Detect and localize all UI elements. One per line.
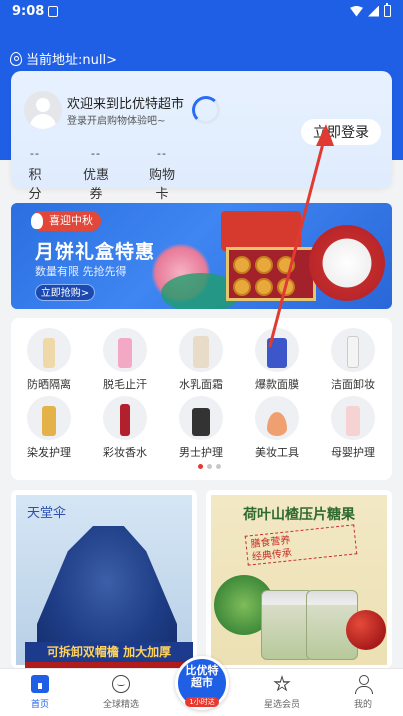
- category-label: 彩妆香水: [103, 446, 147, 459]
- system-icons: [350, 3, 391, 17]
- stat-label: 优惠券: [82, 168, 109, 202]
- tab-member[interactable]: 星选会员: [247, 675, 317, 710]
- face-mask-icon: [255, 328, 299, 372]
- raincoat-brand: 天堂伞: [27, 506, 67, 521]
- category-item[interactable]: 爆款面膜: [242, 328, 312, 392]
- category-item[interactable]: 美妆工具: [242, 396, 312, 460]
- status-time: 9:08: [12, 4, 45, 19]
- stat-label: 购物卡: [148, 168, 175, 202]
- category-label: 母婴护理: [331, 446, 375, 459]
- user-icon: [354, 675, 373, 694]
- avatar-body-icon: [30, 114, 56, 129]
- notification-a-icon: [48, 6, 58, 17]
- tab-label: 首页: [30, 700, 49, 710]
- logo-line2: 超市: [191, 676, 213, 689]
- men-care-icon: [179, 396, 223, 440]
- mooncake-icon: [233, 256, 251, 274]
- center-store-logo-button[interactable]: 比优特 超市 1小时达: [175, 656, 229, 710]
- category-item[interactable]: 染发护理: [14, 396, 84, 460]
- user-card: 欢迎来到比优特超市 登录开启购物体验吧~ 立即登录 -- 积分 -- 优惠券 -…: [11, 71, 392, 202]
- page-dot-active: [198, 464, 203, 469]
- stat-value: --: [30, 147, 40, 160]
- promo-raincoat[interactable]: 天堂伞 可拆卸双帽檐 加大加厚: [11, 490, 197, 668]
- category-item[interactable]: 男士护理: [166, 396, 236, 460]
- banner-title: 月饼礼盒特惠: [35, 241, 156, 263]
- wifi-icon: [350, 5, 363, 17]
- hawthorn-berries-image: [346, 610, 386, 650]
- perfume-icon: [103, 396, 147, 440]
- tab-global[interactable]: 全球精选: [86, 675, 156, 710]
- category-label: 水乳面霜: [179, 378, 223, 391]
- baby-care-icon: [331, 396, 375, 440]
- mooncake-plate-image: [309, 225, 385, 301]
- battery-icon: [384, 3, 391, 17]
- tab-home[interactable]: 首页: [5, 675, 75, 710]
- banner-subtitle: 数量有限 先抢先得: [35, 265, 127, 278]
- mooncake-icon: [277, 256, 295, 274]
- stat-coupons[interactable]: -- 优惠券: [77, 147, 115, 202]
- sunscreen-icon: [27, 328, 71, 372]
- category-grid: 防晒隔离 脱毛止汗 水乳面霜 爆款面膜 洁面卸妆 染发护理 彩妆香水 男士护理 …: [11, 318, 392, 480]
- mid-autumn-banner[interactable]: 喜迎中秋 月饼礼盒特惠 数量有限 先抢先得 立即抢购>: [11, 203, 392, 309]
- category-label: 爆款面膜: [255, 378, 299, 391]
- hair-removal-icon: [103, 328, 147, 372]
- cleanser-icon: [331, 328, 375, 372]
- makeup-tool-icon: [255, 396, 299, 440]
- category-label: 防晒隔离: [27, 378, 71, 391]
- stat-label: 积分: [28, 168, 42, 202]
- mooncake-box-image: [226, 247, 316, 301]
- stat-value: --: [91, 147, 101, 160]
- category-label: 洁面卸妆: [331, 378, 375, 391]
- candy-title: 荷叶山楂压片糖果: [243, 507, 355, 523]
- category-label: 染发护理: [27, 446, 71, 459]
- stat-points[interactable]: -- 积分: [23, 147, 47, 202]
- tab-label: 全球精选: [102, 700, 139, 710]
- stat-value: --: [157, 147, 167, 160]
- home-icon: [31, 675, 49, 693]
- tab-label: 星选会员: [263, 700, 300, 710]
- welcome-subtitle: 登录开启购物体验吧~: [67, 116, 166, 127]
- category-item[interactable]: 水乳面霜: [166, 328, 236, 392]
- promo-hawthorn-candy[interactable]: 荷叶山楂压片糖果 膳食营养 经典传承: [206, 490, 392, 668]
- avatar-head-icon: [36, 98, 50, 112]
- address-selector[interactable]: 当前地址:null>: [10, 49, 117, 68]
- raincoat-tagline: 可拆卸双帽檐 加大加厚: [25, 642, 193, 662]
- mooncake-icon: [277, 278, 295, 296]
- login-button[interactable]: 立即登录: [301, 119, 381, 145]
- loading-spinner-icon: [192, 96, 220, 124]
- hair-dye-icon: [27, 396, 71, 440]
- category-item[interactable]: 洁面卸妆: [318, 328, 388, 392]
- category-item[interactable]: 脱毛止汗: [90, 328, 160, 392]
- mooncake-icon: [255, 278, 273, 296]
- category-label: 男士护理: [179, 446, 223, 459]
- tab-label: 我的: [353, 700, 372, 710]
- tab-mine[interactable]: 我的: [328, 675, 398, 710]
- category-item[interactable]: 母婴护理: [318, 396, 388, 460]
- globe-icon: [112, 675, 130, 693]
- banner-buy-button[interactable]: 立即抢购>: [35, 284, 95, 301]
- page-indicator: [198, 464, 221, 469]
- lotion-icon: [179, 328, 223, 372]
- category-label: 美妆工具: [255, 446, 299, 459]
- page-dot: [216, 464, 221, 469]
- logo-badge: 1小时达: [185, 697, 219, 707]
- rabbit-icon: [31, 213, 43, 229]
- category-label: 脱毛止汗: [103, 378, 147, 391]
- avatar[interactable]: [24, 91, 62, 129]
- category-item[interactable]: 彩妆香水: [90, 396, 160, 460]
- address-text: 当前地址:null>: [26, 53, 117, 68]
- gift-box-image: [221, 211, 301, 251]
- cell-signal-icon: [368, 5, 379, 17]
- page-dot: [207, 464, 212, 469]
- status-bar: 9:08: [0, 0, 403, 24]
- star-icon: [273, 675, 291, 692]
- welcome-text: 欢迎来到比优特超市: [67, 97, 185, 112]
- mooncake-icon: [255, 256, 273, 274]
- stat-shopping-card[interactable]: -- 购物卡: [143, 147, 181, 202]
- category-item[interactable]: 防晒隔离: [14, 328, 84, 392]
- mooncake-icon: [233, 278, 251, 296]
- location-pin-icon: [10, 51, 22, 66]
